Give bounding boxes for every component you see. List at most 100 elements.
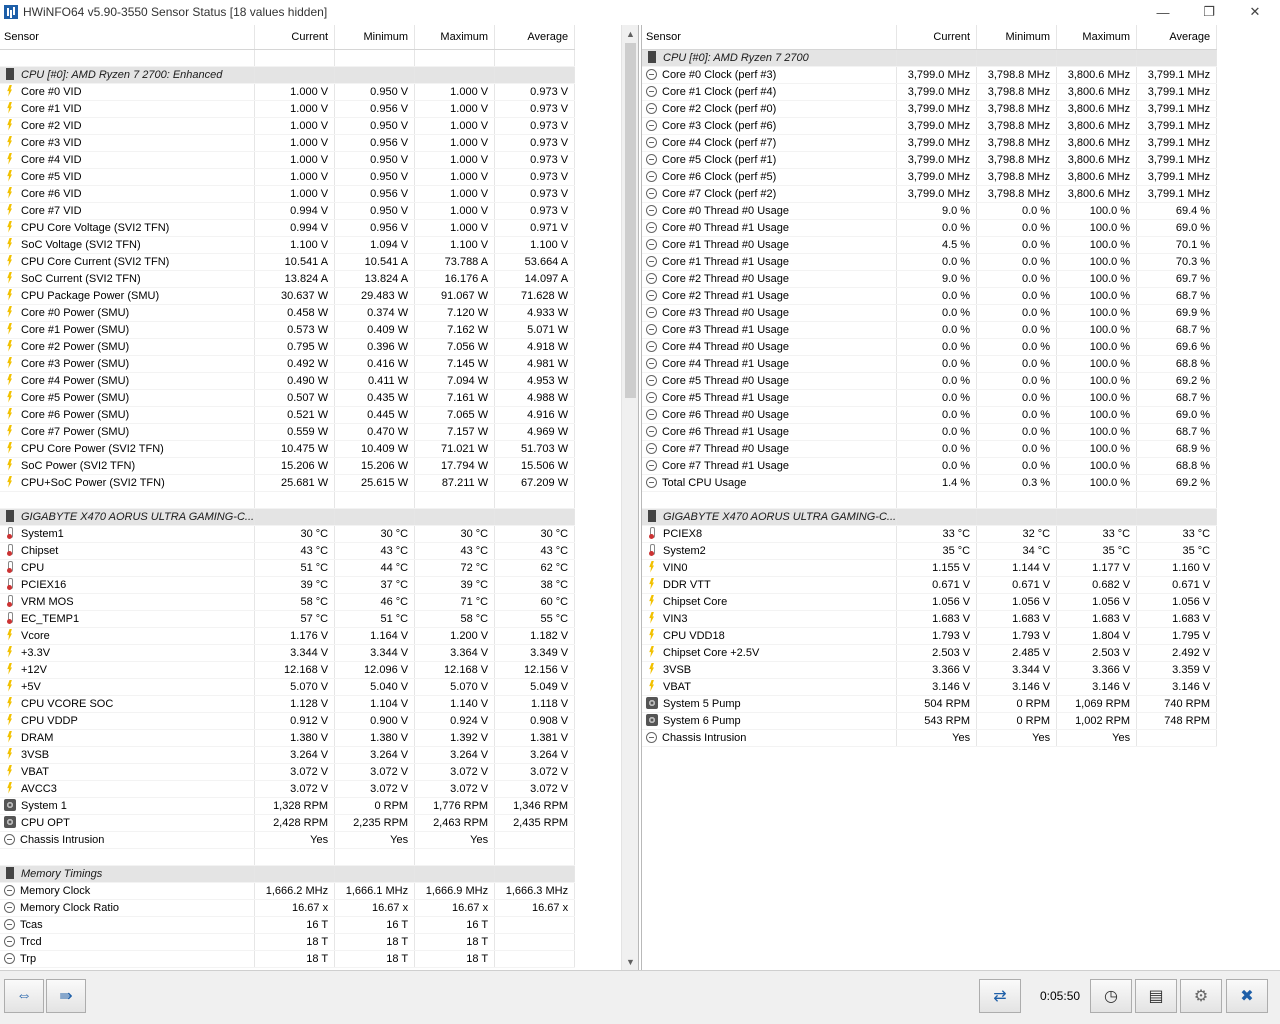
group-label-cell[interactable]: GIGABYTE X470 AORUS ULTRA GAMING-C... <box>0 508 256 526</box>
header-minimum[interactable]: Minimum <box>334 25 416 50</box>
sensor-row[interactable]: Core #2 Power (SMU) 0.795 W 0.396 W 7.056 W… <box>0 338 576 356</box>
sensor-row[interactable]: +12V 12.168 V 12.096 V 12.168 V 12.156 V <box>0 661 576 679</box>
sensor-row[interactable]: System 1 1,328 RPM 0 RPM 1,776 RPM 1,346 RPM <box>0 797 576 815</box>
scroll-thumb[interactable] <box>625 43 636 398</box>
sensor-row[interactable]: Core #4 Clock (perf #7) 3,799.0 MHz 3,798.… <box>642 134 1218 152</box>
close-window-button[interactable]: ✕ <box>1232 0 1278 24</box>
sensor-row[interactable]: 3VSB 3.366 V 3.344 V 3.366 V 3.359 V <box>642 661 1218 679</box>
sensor-row[interactable]: CPU+SoC Power (SVI2 TFN) 25.681 W 25.615 W… <box>0 474 576 492</box>
sensor-row[interactable]: System1 30 °C 30 °C 30 °C 30 °C <box>0 525 576 543</box>
header-current[interactable]: Current <box>896 25 978 50</box>
group-label-cell[interactable]: GIGABYTE X470 AORUS ULTRA GAMING-C... <box>642 508 898 526</box>
sensor-row[interactable]: Trp 18 T 18 T 18 T <box>0 950 576 968</box>
close-sensors-button[interactable]: ✖ <box>1226 979 1268 1013</box>
sensor-row[interactable]: EC_TEMP1 57 °C 51 °C 58 °C 55 °C <box>0 610 576 628</box>
sensor-row[interactable]: VBAT 3.072 V 3.072 V 3.072 V 3.072 V <box>0 763 576 781</box>
sensor-row[interactable]: Core #5 Thread #1 Usage 0.0 % 0.0 % 100.0 %… <box>642 389 1218 407</box>
sensor-row[interactable]: Core #1 Clock (perf #4) 3,799.0 MHz 3,798.… <box>642 83 1218 101</box>
sensor-row[interactable]: Core #1 Thread #0 Usage 4.5 % 0.0 % 100.0 %… <box>642 236 1218 254</box>
sensor-row[interactable]: Core #5 Power (SMU) 0.507 W 0.435 W 7.161 W… <box>0 389 576 407</box>
sensor-row[interactable]: Core #4 Thread #0 Usage 0.0 % 0.0 % 100.0 %… <box>642 338 1218 356</box>
sensor-row[interactable]: Core #6 Thread #1 Usage 0.0 % 0.0 % 100.0 %… <box>642 423 1218 441</box>
sensor-row[interactable]: Core #4 Power (SMU) 0.490 W 0.411 W 7.094 W… <box>0 372 576 390</box>
sensor-row[interactable]: Core #3 Power (SMU) 0.492 W 0.416 W 7.145 W… <box>0 355 576 373</box>
sensor-row[interactable]: Core #7 Thread #0 Usage 0.0 % 0.0 % 100.0 %… <box>642 440 1218 458</box>
sensor-group-header[interactable]: Memory Timings <box>0 865 576 883</box>
sensor-row[interactable]: Memory Clock 1,666.2 MHz 1,666.1 MHz 1,666.… <box>0 882 576 900</box>
header-maximum[interactable]: Maximum <box>1056 25 1138 50</box>
sensor-row[interactable]: Memory Clock Ratio 16.67 x 16.67 x 16.67 x1… <box>0 899 576 917</box>
sensor-group-header[interactable]: GIGABYTE X470 AORUS ULTRA GAMING-C... <box>0 508 576 526</box>
sensor-row[interactable]: Core #7 Power (SMU) 0.559 W 0.470 W 7.157 W… <box>0 423 576 441</box>
sensor-row[interactable]: Core #0 Clock (perf #3) 3,799.0 MHz 3,798.… <box>642 66 1218 84</box>
sensor-row[interactable]: System 5 Pump 504 RPM 0 RPM 1,069 RPM 740 RP… <box>642 695 1218 713</box>
header-minimum[interactable]: Minimum <box>976 25 1058 50</box>
sensor-row[interactable]: Core #1 Thread #1 Usage 0.0 % 0.0 % 100.0 %… <box>642 253 1218 271</box>
sensor-row[interactable]: System2 35 °C 34 °C 35 °C 35 °C <box>642 542 1218 560</box>
sensor-row[interactable]: PCIEX8 33 °C 32 °C 33 °C 33 °C <box>642 525 1218 543</box>
sensor-row[interactable]: Core #2 Clock (perf #0) 3,799.0 MHz 3,798.… <box>642 100 1218 118</box>
sensor-row[interactable]: System 6 Pump 543 RPM 0 RPM 1,002 RPM 748 RP… <box>642 712 1218 730</box>
sensor-row[interactable]: Core #1 VID 1.000 V 0.956 V 1.000 V 0.973 V <box>0 100 576 118</box>
nav-back-button[interactable]: ⇔ <box>4 979 44 1013</box>
sensor-row[interactable]: Chipset 43 °C 43 °C 43 °C 43 °C <box>0 542 576 560</box>
sensor-row[interactable]: Core #0 VID 1.000 V 0.950 V 1.000 V 0.973 V <box>0 83 576 101</box>
clock-reset-button[interactable]: ◷ <box>1090 979 1132 1013</box>
sensor-row[interactable]: Core #5 VID 1.000 V 0.950 V 1.000 V 0.973 V <box>0 168 576 186</box>
sensor-row[interactable]: Tcas 16 T 16 T 16 T <box>0 916 576 934</box>
sensor-row[interactable]: CPU VCORE SOC 1.128 V 1.104 V 1.140 V 1.118 … <box>0 695 576 713</box>
sensor-row[interactable]: VIN0 1.155 V 1.144 V 1.177 V 1.160 V <box>642 559 1218 577</box>
left-sensor-pane[interactable]: Sensor Current Minimum Maximum Average C… <box>0 25 639 970</box>
sensor-row[interactable]: CPU Core Power (SVI2 TFN) 10.475 W 10.409 … <box>0 440 576 458</box>
header-average[interactable]: Average <box>1136 25 1218 50</box>
sensor-row[interactable]: Core #1 Power (SMU) 0.573 W 0.409 W 7.162 W… <box>0 321 576 339</box>
sensor-row[interactable]: VIN3 1.683 V 1.683 V 1.683 V 1.683 V <box>642 610 1218 628</box>
minimize-button[interactable]: — <box>1140 0 1186 24</box>
settings-gear-icon[interactable]: ⚙ <box>1180 979 1222 1013</box>
sensor-group-header[interactable]: GIGABYTE X470 AORUS ULTRA GAMING-C... <box>642 508 1218 526</box>
sensor-row[interactable]: CPU VDD18 1.793 V 1.793 V 1.804 V 1.795 V <box>642 627 1218 645</box>
sensor-row[interactable]: Core #4 Thread #1 Usage 0.0 % 0.0 % 100.0 %… <box>642 355 1218 373</box>
scroll-up-arrow-icon[interactable]: ▲ <box>622 25 638 42</box>
restore-button[interactable]: ❐ <box>1186 0 1232 24</box>
sensor-row[interactable]: Core #5 Thread #0 Usage 0.0 % 0.0 % 100.0 %… <box>642 372 1218 390</box>
network-icon[interactable]: ⇄ <box>979 979 1021 1013</box>
sensor-row[interactable]: +5V 5.070 V 5.040 V 5.070 V 5.049 V <box>0 678 576 696</box>
sensor-row[interactable]: Core #3 Thread #0 Usage 0.0 % 0.0 % 100.0 %… <box>642 304 1218 322</box>
header-sensor[interactable]: Sensor <box>642 25 898 50</box>
sensor-row[interactable]: Core #0 Power (SMU) 0.458 W 0.374 W 7.120 W… <box>0 304 576 322</box>
sensor-row[interactable]: Core #3 Clock (perf #6) 3,799.0 MHz 3,798.… <box>642 117 1218 135</box>
sensor-row[interactable]: VBAT 3.146 V 3.146 V 3.146 V 3.146 V <box>642 678 1218 696</box>
header-maximum[interactable]: Maximum <box>414 25 496 50</box>
sensor-row[interactable]: Core #6 Thread #0 Usage 0.0 % 0.0 % 100.0 %… <box>642 406 1218 424</box>
sensor-row[interactable]: Core #3 Thread #1 Usage 0.0 % 0.0 % 100.0 %… <box>642 321 1218 339</box>
group-label-cell[interactable]: CPU [#0]: AMD Ryzen 7 2700: Enhanced <box>0 66 256 84</box>
header-average[interactable]: Average <box>494 25 576 50</box>
sensor-row[interactable]: Core #2 VID 1.000 V 0.950 V 1.000 V 0.973 V <box>0 117 576 135</box>
sensor-row[interactable]: CPU Core Voltage (SVI2 TFN) 0.994 V 0.956 … <box>0 219 576 237</box>
sensor-row[interactable]: Chipset Core 1.056 V 1.056 V 1.056 V 1.056 V <box>642 593 1218 611</box>
sensor-row[interactable]: AVCC3 3.072 V 3.072 V 3.072 V 3.072 V <box>0 780 576 798</box>
sensor-group-header[interactable]: CPU [#0]: AMD Ryzen 7 2700 <box>642 49 1218 67</box>
sensor-row[interactable]: CPU Package Power (SMU) 30.637 W 29.483 W9… <box>0 287 576 305</box>
sensor-row[interactable]: Trcd 18 T 18 T 18 T <box>0 933 576 951</box>
right-sensor-pane[interactable]: Sensor Current Minimum Maximum Average C… <box>641 25 1280 970</box>
scroll-down-arrow-icon[interactable]: ▼ <box>622 953 638 970</box>
group-label-cell[interactable]: Memory Timings <box>0 865 256 883</box>
sensor-row[interactable]: +3.3V 3.344 V 3.344 V 3.364 V 3.349 V <box>0 644 576 662</box>
sensor-row[interactable]: Core #6 Clock (perf #5) 3,799.0 MHz 3,798.… <box>642 168 1218 186</box>
sensor-row[interactable]: Core #0 Thread #0 Usage 9.0 % 0.0 % 100.0 %… <box>642 202 1218 220</box>
sensor-row[interactable]: Core #6 VID 1.000 V 0.956 V 1.000 V 0.973 V <box>0 185 576 203</box>
sensor-row[interactable]: Chassis Intrusion Yes Yes Yes <box>642 729 1218 747</box>
sensor-row[interactable]: CPU OPT 2,428 RPM 2,235 RPM 2,463 RPM 2,435 … <box>0 814 576 832</box>
sensor-row[interactable]: SoC Voltage (SVI2 TFN) 1.100 V 1.094 V 1.10… <box>0 236 576 254</box>
sensor-row[interactable]: VRM MOS 58 °C 46 °C 71 °C 60 °C <box>0 593 576 611</box>
sensor-row[interactable]: Chassis Intrusion Yes Yes Yes <box>0 831 576 849</box>
sensor-row[interactable]: CPU Core Current (SVI2 TFN) 10.541 A 10.54… <box>0 253 576 271</box>
sensor-row[interactable]: Core #7 Thread #1 Usage 0.0 % 0.0 % 100.0 %… <box>642 457 1218 475</box>
sensor-row[interactable]: Total CPU Usage 1.4 % 0.3 % 100.0 % 69.2 % <box>642 474 1218 492</box>
sensor-row[interactable]: DDR VTT 0.671 V 0.671 V 0.682 V 0.671 V <box>642 576 1218 594</box>
nav-forward-button[interactable]: ⇛ <box>46 979 86 1013</box>
sensor-row[interactable]: DRAM 1.380 V 1.380 V 1.392 V 1.381 V <box>0 729 576 747</box>
sensor-row[interactable]: CPU VDDP 0.912 V 0.900 V 0.924 V 0.908 V <box>0 712 576 730</box>
